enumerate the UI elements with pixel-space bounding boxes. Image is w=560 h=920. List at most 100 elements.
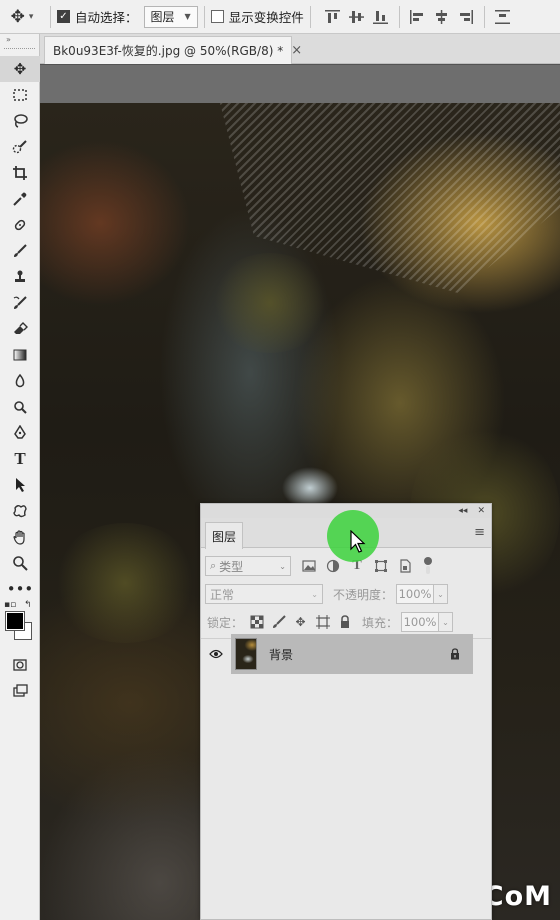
align-vertical-center-icon[interactable]: [345, 6, 369, 28]
align-left-icon[interactable]: [406, 6, 430, 28]
pen-icon: [14, 425, 26, 439]
filter-kind-value: 类型: [219, 559, 244, 574]
align-group: [321, 5, 515, 28]
align-top-icon[interactable]: [321, 6, 345, 28]
blend-mode-value: 正常: [210, 587, 235, 602]
move-tool-button[interactable]: ✥: [0, 56, 40, 82]
align-bottom-icon[interactable]: [369, 6, 393, 28]
close-icon[interactable]: ×: [291, 43, 302, 58]
brush-tool-button[interactable]: [0, 238, 40, 264]
fern-foliage: [50, 523, 200, 643]
lock-row: 锁定： ✥ 填充： 100% ⌄: [201, 608, 491, 636]
lock-position-icon[interactable]: ✥: [293, 615, 308, 630]
align-right-icon[interactable]: [454, 6, 478, 28]
custom-shape-icon: [13, 505, 27, 518]
shape-layer-filter-icon[interactable]: [373, 558, 389, 574]
hand-tool-button[interactable]: [0, 524, 40, 550]
filter-toggle-switch[interactable]: [423, 557, 433, 575]
lasso-tool-button[interactable]: [0, 108, 40, 134]
align-horizontal-center-icon[interactable]: [430, 6, 454, 28]
layers-panel: ◂◂ ✕ 图层 ≡ ⌕ 类型 ⌄ T 正常 ⌄ 不透明度： 100% ⌄ 锁定：: [200, 503, 492, 920]
chevron-down-icon: ⌄: [279, 561, 286, 571]
tools-panel: » ✥ T ••• ▪▫ ↰: [0, 34, 40, 920]
quick-selection-tool-button[interactable]: [0, 134, 40, 160]
healing-brush-tool-button[interactable]: [0, 212, 40, 238]
collapse-panel-icon[interactable]: ◂◂: [458, 506, 467, 516]
filter-icons: T: [301, 557, 433, 575]
auto-select-checkbox[interactable]: ✓: [57, 10, 70, 23]
tool-preset-picker[interactable]: ✥ ▾: [0, 0, 44, 34]
screen-mode-icon: [13, 684, 28, 697]
smart-object-filter-icon[interactable]: [397, 558, 413, 574]
fill-input[interactable]: 100%: [401, 612, 440, 632]
document-tab[interactable]: Bk0u93E3f-恢复的.jpg @ 50%(RGB/8) * ×: [44, 36, 302, 64]
quick-selection-icon: [12, 140, 27, 154]
foreground-color-swatch[interactable]: [5, 611, 25, 631]
distribute-icon[interactable]: [491, 6, 515, 28]
layer-name: 背景: [269, 647, 294, 662]
arrow-select-icon: [16, 478, 25, 492]
blur-tool-button[interactable]: [0, 368, 40, 394]
history-brush-icon: [13, 296, 27, 309]
opacity-input[interactable]: 100%: [396, 584, 435, 604]
shape-tool-button[interactable]: [0, 498, 40, 524]
brush-icon: [14, 244, 27, 257]
marquee-tool-button[interactable]: [0, 82, 40, 108]
lock-image-pixels-icon[interactable]: [271, 615, 286, 630]
close-icon[interactable]: ✕: [477, 506, 485, 516]
pen-tool-button[interactable]: [0, 420, 40, 446]
eraser-tool-button[interactable]: [0, 316, 40, 342]
default-colors-icon[interactable]: ▪▫: [4, 600, 16, 610]
layers-list-empty-area[interactable]: [201, 676, 491, 919]
lock-transparent-pixels-icon[interactable]: [249, 615, 264, 630]
stamp-icon: [15, 270, 25, 282]
layer-row[interactable]: 背景: [201, 634, 491, 674]
adjustment-layer-filter-icon[interactable]: [325, 558, 341, 574]
tab-layers[interactable]: 图层: [205, 522, 243, 549]
fill-slider-toggle[interactable]: ⌄: [439, 612, 454, 632]
clone-stamp-tool-button[interactable]: [0, 264, 40, 290]
ellipsis-icon: •••: [6, 580, 34, 598]
gradient-tool-button[interactable]: [0, 342, 40, 368]
quick-mask-icon: [13, 659, 27, 671]
collapse-panel-button[interactable]: »: [0, 34, 39, 48]
path-selection-tool-button[interactable]: [0, 472, 40, 498]
crop-tool-button[interactable]: [0, 160, 40, 186]
screen-mode-button[interactable]: [0, 678, 40, 704]
zoom-tool-button[interactable]: [0, 550, 40, 576]
blend-mode-dropdown[interactable]: 正常 ⌄: [205, 584, 323, 604]
divider: [483, 5, 485, 28]
lock-all-icon[interactable]: [337, 615, 352, 630]
lock-artboard-icon[interactable]: [315, 615, 330, 630]
quick-mask-button[interactable]: [0, 652, 40, 678]
search-icon: ⌕: [210, 559, 217, 572]
divider: [398, 5, 400, 28]
blend-row: 正常 ⌄ 不透明度： 100% ⌄: [201, 580, 491, 608]
chevron-down-icon: ⌄: [311, 589, 318, 599]
layer-item-background[interactable]: 背景: [231, 634, 473, 674]
type-tool-button[interactable]: T: [0, 446, 40, 472]
filter-kind-dropdown[interactable]: ⌕ 类型 ⌄: [205, 556, 291, 576]
zoom-icon: [13, 556, 28, 571]
more-tools-button[interactable]: •••: [0, 576, 40, 602]
swap-colors-icon[interactable]: ↰: [24, 600, 32, 610]
eyedropper-icon: [13, 192, 27, 206]
blur-drop-icon: [15, 373, 25, 388]
divider: [203, 5, 205, 28]
history-brush-tool-button[interactable]: [0, 290, 40, 316]
eraser-icon: [14, 322, 28, 334]
pixel-layer-filter-icon[interactable]: [301, 558, 317, 574]
crop-icon: [13, 166, 27, 180]
auto-select-target-dropdown[interactable]: 图层 ▼: [143, 5, 198, 28]
eyedropper-tool-button[interactable]: [0, 186, 40, 212]
panel-grip[interactable]: [4, 48, 35, 56]
opacity-slider-toggle[interactable]: ⌄: [434, 584, 449, 604]
lasso-icon: [14, 114, 28, 128]
show-transform-label: 显示变换控件: [228, 10, 304, 25]
document-tab-title: Bk0u93E3f-恢复的.jpg @ 50%(RGB/8) *: [53, 44, 284, 58]
lock-icon[interactable]: [449, 648, 461, 660]
dodge-tool-button[interactable]: [0, 394, 40, 420]
panel-menu-icon[interactable]: ≡: [474, 525, 485, 540]
visibility-eye-icon[interactable]: [201, 634, 231, 674]
show-transform-checkbox[interactable]: [210, 10, 224, 23]
